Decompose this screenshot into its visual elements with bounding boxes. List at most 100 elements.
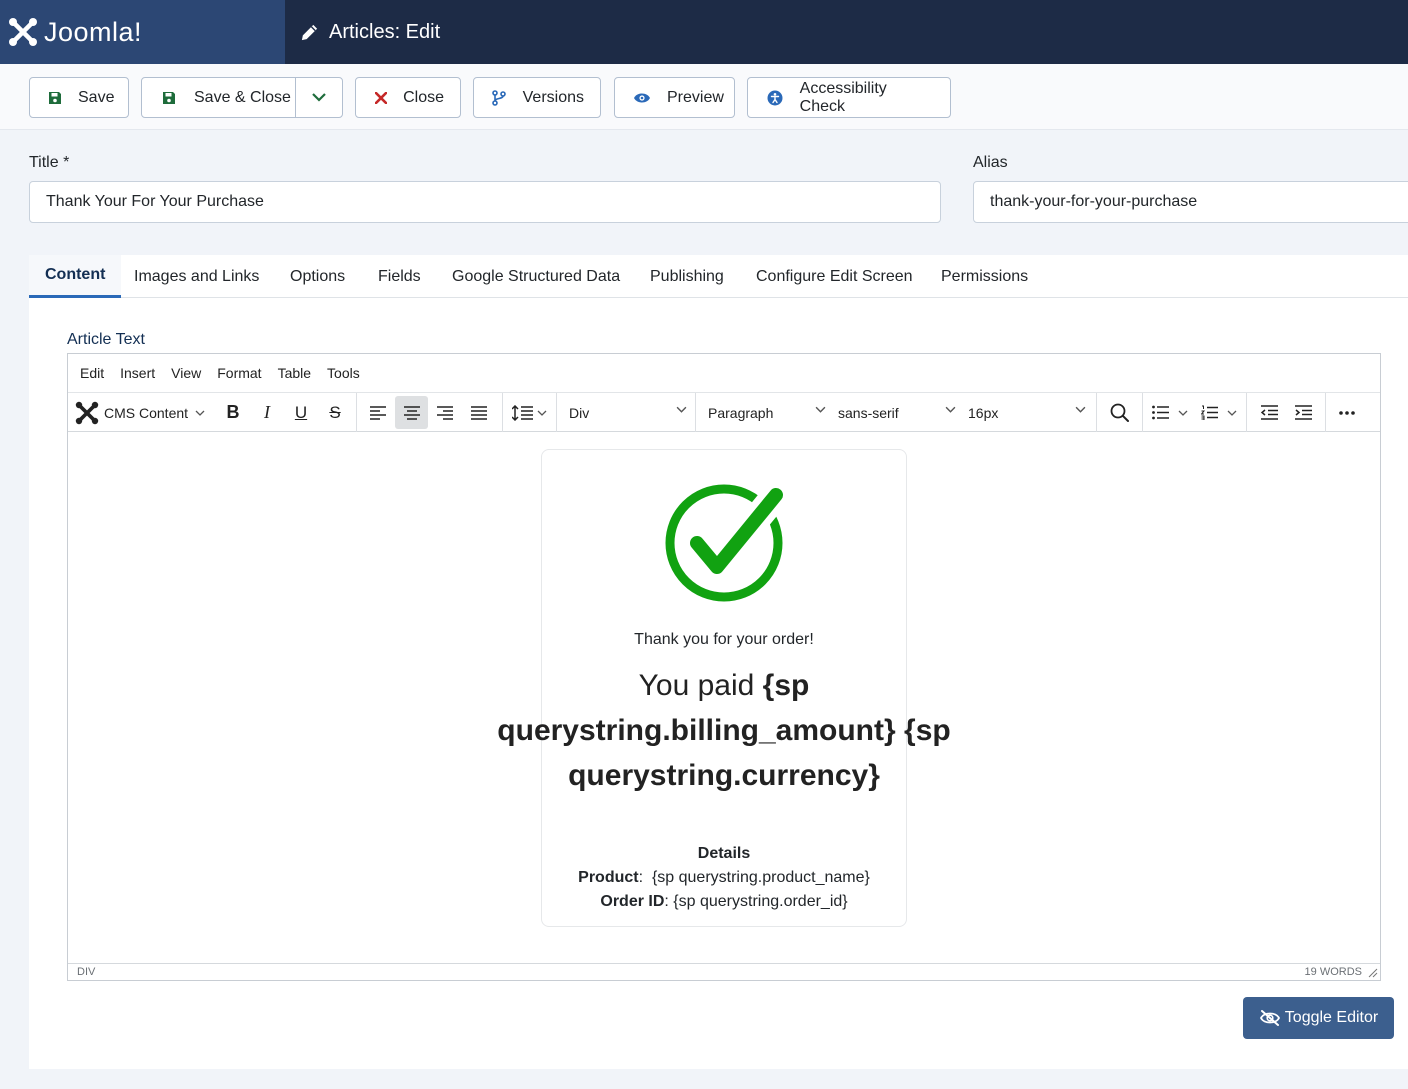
tab-content[interactable]: Content (29, 255, 122, 298)
preview-label: Preview (667, 88, 724, 106)
find-replace-button[interactable] (1104, 396, 1134, 429)
order-id-value: {sp querystring.order_id} (673, 893, 848, 910)
tab-configure-edit-screen[interactable]: Configure Edit Screen (756, 255, 913, 298)
menu-tools[interactable]: Tools (327, 365, 360, 381)
element-path[interactable]: DIV (77, 966, 95, 978)
italic-icon: I (264, 402, 270, 422)
editor-format-toolbar: CMS Content B I U S Div Paragraph sans-s… (68, 393, 1380, 432)
numbered-list-button[interactable] (1198, 396, 1240, 429)
top-header: Joomla! Articles: Edit (0, 0, 1408, 64)
versions-label: Versions (522, 88, 584, 106)
product-label: Product (578, 869, 639, 886)
tab-options[interactable]: Options (290, 255, 345, 298)
strikethrough-button[interactable]: S (321, 396, 349, 429)
editor-menubar: Edit Insert View Format Table Tools (68, 354, 1380, 393)
tab-publishing[interactable]: Publishing (650, 255, 724, 298)
chevron-down-icon (945, 406, 956, 413)
tab-fields[interactable]: Fields (378, 255, 421, 298)
check-circle-icon (665, 481, 786, 602)
paid-prefix: You paid (638, 669, 763, 702)
font-size-select[interactable]: 16px (968, 396, 1086, 429)
alias-label: Alias (973, 154, 1008, 171)
font-family-select[interactable]: sans-serif (838, 396, 956, 429)
more-horizontal-icon (1339, 410, 1355, 415)
align-left-icon (370, 405, 386, 420)
save-button[interactable]: Save (29, 77, 129, 118)
editor-content-area[interactable]: Thank you for your order! Details Produc… (68, 433, 1380, 963)
font-size-value: 16px (968, 404, 999, 421)
paragraph-format-select[interactable]: Paragraph (708, 396, 826, 429)
editor-statusbar: DIV 19 WORDS (68, 963, 1380, 981)
save-options-dropdown[interactable] (295, 78, 342, 117)
indent-icon (1294, 405, 1312, 420)
action-toolbar: Save Save & Close Close Versions Preview… (0, 64, 1408, 130)
chevron-down-icon (537, 410, 546, 416)
underline-button[interactable]: U (287, 396, 315, 429)
block-select[interactable]: Div (569, 396, 687, 429)
menu-edit[interactable]: Edit (80, 365, 104, 381)
font-family-value: sans-serif (838, 404, 899, 421)
align-center-icon (403, 405, 420, 420)
menu-table[interactable]: Table (278, 365, 311, 381)
close-button[interactable]: Close (355, 77, 461, 118)
branch-icon (492, 89, 507, 106)
save-close-button[interactable]: Save & Close (141, 77, 343, 118)
product-row: Product: {sp querystring.product_name} (578, 869, 870, 886)
align-left-button[interactable] (363, 396, 393, 429)
alias-value: thank-your-for-your-purchase (990, 193, 1198, 210)
details-heading: Details (697, 845, 751, 862)
align-right-button[interactable] (430, 396, 460, 429)
toolbar-separator (556, 393, 557, 432)
paragraph-format-value: Paragraph (708, 404, 774, 421)
title-input[interactable]: Thank Your For Your Purchase (29, 181, 941, 223)
brand-name: Joomla! (44, 16, 143, 47)
outdent-icon (1260, 405, 1278, 420)
underline-icon: U (294, 402, 308, 422)
cms-content-dropdown[interactable]: CMS Content (75, 396, 215, 429)
toolbar-separator (1142, 393, 1143, 432)
thank-you-text: Thank you for your order! (634, 631, 814, 648)
edit-tabs: Content Images and Links Options Fields … (29, 255, 1408, 298)
menu-insert[interactable]: Insert (120, 365, 155, 381)
bullet-list-button[interactable] (1149, 396, 1191, 429)
toolbar-separator (1246, 393, 1247, 432)
bullet-list-icon (1152, 405, 1169, 420)
rich-text-editor: Edit Insert View Format Table Tools CMS … (67, 353, 1381, 981)
eye-slash-icon (1259, 1010, 1280, 1026)
align-right-icon (437, 405, 453, 420)
save-label: Save (78, 88, 115, 106)
strikethrough-icon: S (329, 402, 341, 422)
more-tools-button[interactable] (1332, 396, 1362, 429)
search-icon (1110, 403, 1129, 422)
versions-button[interactable]: Versions (473, 77, 601, 118)
toolbar-separator (1096, 393, 1097, 432)
italic-button[interactable]: I (253, 396, 281, 429)
align-justify-button[interactable] (464, 396, 494, 429)
menu-format[interactable]: Format (217, 365, 261, 381)
align-center-button[interactable] (395, 396, 428, 429)
resize-grip-icon[interactable] (1368, 968, 1378, 978)
toolbar-separator (502, 393, 503, 432)
accessibility-check-button[interactable]: Accessibility Check (747, 77, 951, 118)
alias-input[interactable]: thank-your-for-your-purchase (973, 181, 1408, 223)
outdent-button[interactable] (1254, 396, 1284, 429)
preview-button[interactable]: Preview (614, 77, 735, 118)
bold-button[interactable]: B (219, 396, 247, 429)
tab-permissions[interactable]: Permissions (941, 255, 1028, 298)
menu-view[interactable]: View (171, 365, 201, 381)
line-height-icon (511, 404, 533, 421)
chevron-down-icon (676, 406, 687, 413)
order-id-row: Order ID: {sp querystring.order_id} (600, 893, 848, 910)
product-value: {sp querystring.product_name} (651, 869, 870, 886)
save-icon (48, 91, 62, 105)
line-height-button[interactable] (508, 396, 550, 429)
tab-google-structured-data[interactable]: Google Structured Data (452, 255, 620, 298)
page-title-text: Articles: Edit (329, 20, 441, 43)
close-icon (374, 91, 387, 104)
title-value: Thank Your For Your Purchase (46, 193, 264, 210)
indent-button[interactable] (1288, 396, 1318, 429)
toggle-editor-button[interactable]: Toggle Editor (1243, 997, 1394, 1039)
bold-icon: B (226, 402, 240, 422)
brand-area[interactable]: Joomla! (0, 0, 285, 64)
tab-images-links[interactable]: Images and Links (134, 255, 259, 298)
